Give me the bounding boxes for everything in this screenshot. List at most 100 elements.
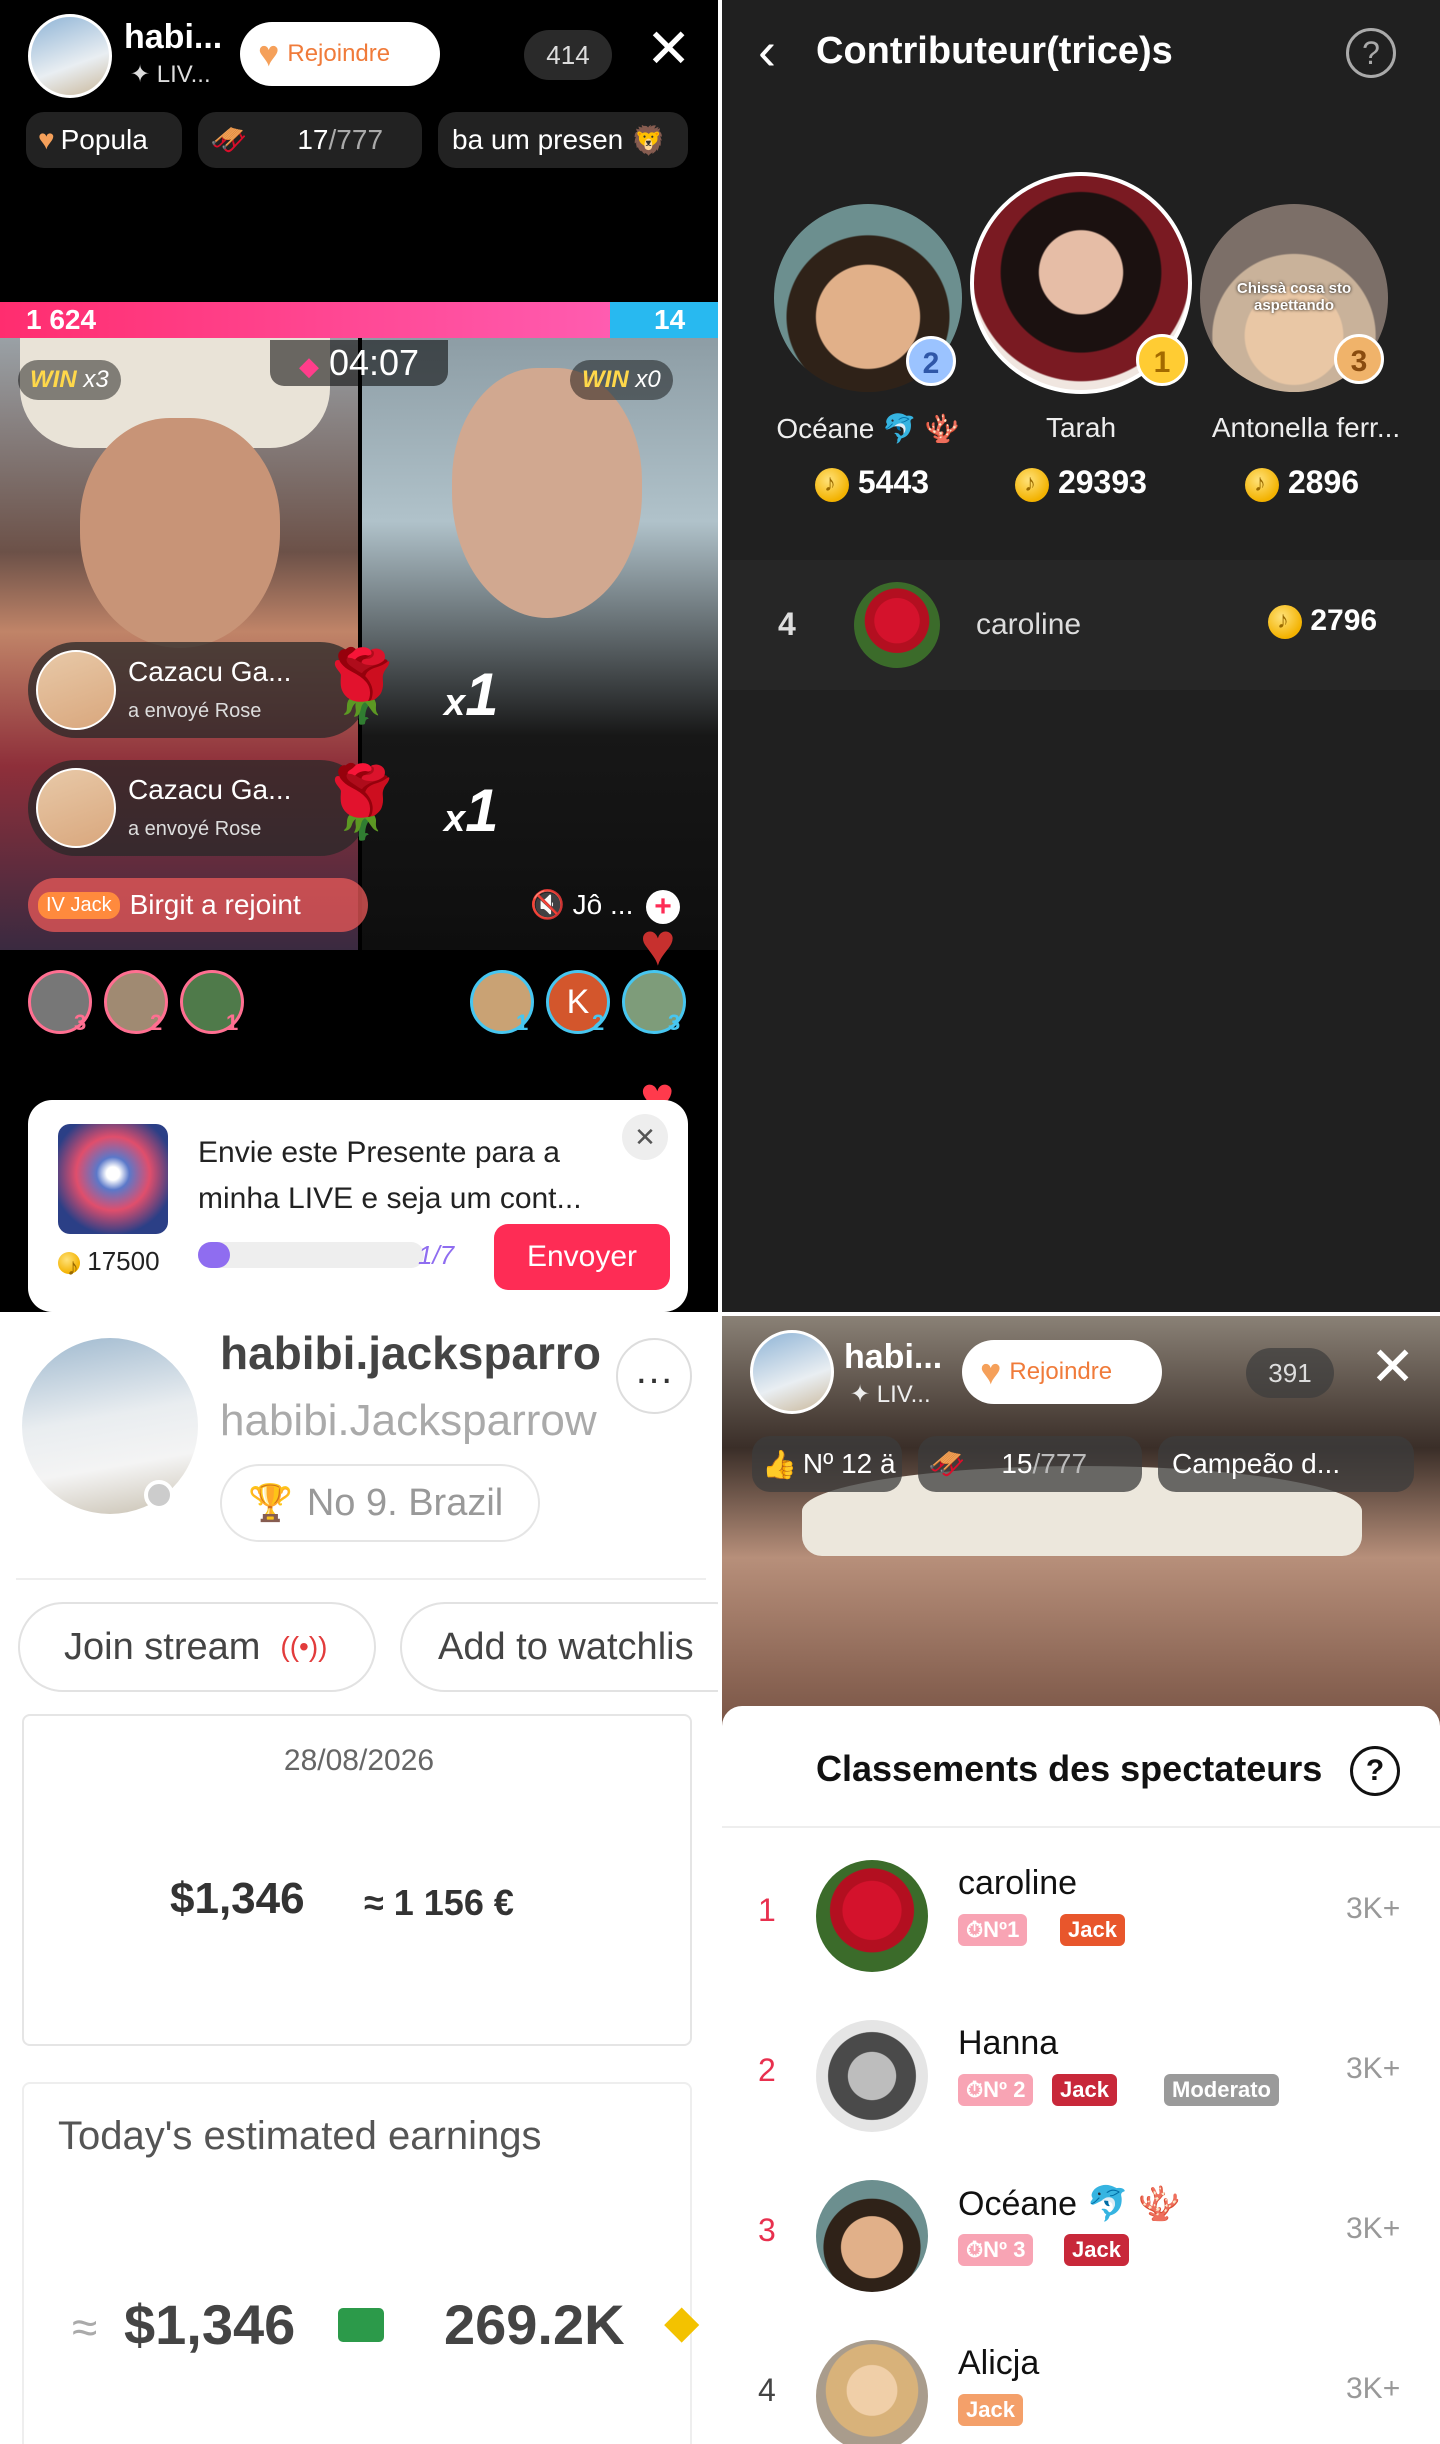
sheet-title: Classements des spectateurs bbox=[816, 1748, 1323, 1789]
ranking-row[interactable]: 2 Hanna ⏱ Nº 2 Jack Moderato 3K+ bbox=[722, 2006, 1440, 2156]
supporter-rank: 3 bbox=[668, 1010, 681, 1035]
row-rank: 4 bbox=[758, 2372, 776, 2408]
win-right-badge: WIN x0 bbox=[570, 360, 673, 400]
row-name: Océane 🐬 🪸 bbox=[958, 2185, 1181, 2223]
row-avatar[interactable] bbox=[816, 2020, 928, 2132]
row-name: Hanna bbox=[958, 2024, 1059, 2062]
coin-icon bbox=[1268, 605, 1302, 640]
gift-progress-fill bbox=[198, 1242, 230, 1268]
help-icon[interactable]: ? bbox=[1350, 1746, 1400, 1796]
gift-price: 17500 bbox=[58, 1246, 160, 1282]
fan-badge: Jack bbox=[1064, 2234, 1129, 2266]
floating-heart-icon: ♥ bbox=[640, 911, 676, 978]
sender-avatar[interactable] bbox=[36, 768, 116, 848]
online-status-dot bbox=[144, 1480, 174, 1510]
row-avatar[interactable] bbox=[816, 2180, 928, 2292]
podium-name-1: Tarah bbox=[1045, 412, 1117, 443]
live-broadcast-icon: ((•)) bbox=[280, 1631, 328, 1662]
gift-progress-label: 1/7 bbox=[418, 1240, 455, 1270]
rank-badge: ⏱ Nº1 bbox=[958, 1914, 1028, 1946]
info-chip[interactable]: Campeão d... bbox=[1158, 1436, 1414, 1492]
rank-badge: ⏱ Nº 2 bbox=[958, 2074, 1034, 2106]
gift-icon: 🛷 bbox=[928, 1447, 966, 1481]
earnings-date: 28/08/2026 bbox=[283, 1744, 435, 1777]
join-button[interactable]: ♥ Rejoindre bbox=[962, 1340, 1162, 1404]
rose-icon: 🌹 bbox=[318, 763, 406, 841]
more-button[interactable]: … bbox=[616, 1338, 692, 1414]
gift-action: a envoyé Rose bbox=[128, 700, 262, 722]
close-icon[interactable]: ✕ bbox=[646, 22, 691, 76]
gift-image bbox=[58, 1124, 168, 1234]
send-button[interactable]: Envoyer bbox=[494, 1224, 670, 1290]
host-subtitle: ✦ LIV... bbox=[850, 1381, 931, 1408]
row-name: Alicja bbox=[958, 2344, 1040, 2382]
divider bbox=[722, 1826, 1440, 1828]
heart-icon: ♥ bbox=[38, 124, 55, 155]
row-value: 3K+ bbox=[1346, 2052, 1401, 2085]
right-host-label[interactable]: 🔇 Jô ... bbox=[530, 888, 633, 921]
row-value: 3K+ bbox=[1346, 2372, 1401, 2405]
today-approx-sign: ≈ bbox=[72, 2301, 98, 2353]
coin-icon bbox=[814, 467, 849, 502]
ranking-row[interactable]: 3 Océane 🐬 🪸 ⏱ Nº 3 Jack 3K+ bbox=[722, 2166, 1440, 2316]
supporter-rank: 3 bbox=[74, 1010, 87, 1035]
host-avatar[interactable] bbox=[28, 14, 112, 98]
gift-prompt-card: Envie este Presente para a minha LIVE e … bbox=[28, 1100, 688, 1312]
gift-progress-track bbox=[198, 1242, 424, 1268]
close-icon[interactable]: ✕ bbox=[622, 1114, 668, 1160]
host-name[interactable]: habi... bbox=[844, 1338, 942, 1377]
cash-icon bbox=[338, 2308, 384, 2342]
gift-icon: 🛷 bbox=[210, 123, 248, 157]
row-avatar[interactable] bbox=[854, 582, 940, 668]
rank-chip[interactable]: 👍 Nº 12 ä bbox=[752, 1436, 902, 1492]
back-icon[interactable]: ‹ bbox=[758, 20, 776, 82]
podium-name-2: Océane 🐬 🪸 bbox=[776, 413, 960, 444]
rose-icon: 🌹 bbox=[318, 647, 406, 725]
diamond-icon: ◆ bbox=[664, 2295, 700, 2347]
battle-timer: ◆ 04:07 bbox=[270, 340, 448, 386]
sender-avatar[interactable] bbox=[36, 650, 116, 730]
face bbox=[452, 368, 642, 618]
row-coins: 2796 bbox=[1268, 604, 1377, 640]
viewer-count[interactable]: 391 bbox=[1246, 1348, 1334, 1398]
supporter-rank: 1 bbox=[516, 1010, 529, 1035]
join-stream-button[interactable]: Join stream ((•)) bbox=[18, 1602, 376, 1692]
row-avatar[interactable] bbox=[816, 1860, 928, 1972]
ranking-chip[interactable]: 🏆 No 9. Brazil bbox=[220, 1464, 540, 1542]
close-icon[interactable]: ✕ bbox=[1370, 1340, 1415, 1394]
fire-icon: 👍 bbox=[762, 1448, 797, 1480]
ranking-sheet: Classements des spectateurs ? 1 caroline… bbox=[722, 1706, 1440, 2444]
popular-chip[interactable]: ♥ Popula bbox=[26, 112, 182, 168]
podium-coins-1: 29393 bbox=[970, 464, 1192, 502]
contributor-row[interactable]: 4 caroline 2796 bbox=[722, 560, 1440, 690]
avatar-overlay-text: Chissà cosa sto aspettando bbox=[1236, 280, 1352, 314]
goal-chip[interactable]: 🛷 15/777 bbox=[918, 1436, 1142, 1492]
today-earnings-card: Today's estimated earnings ≈ $1,346 269.… bbox=[22, 2082, 699, 2444]
row-avatar[interactable] bbox=[816, 2340, 928, 2444]
goal-chip[interactable]: 🛷 17/777 bbox=[198, 112, 422, 168]
rank-badge-3: 3 bbox=[1334, 334, 1384, 384]
add-watchlist-button[interactable]: Add to watchlis bbox=[400, 1602, 718, 1692]
supporter-rank: 2 bbox=[592, 1010, 605, 1035]
coin-icon bbox=[58, 1252, 80, 1282]
supporter-rank: 1 bbox=[226, 1010, 239, 1035]
rank-badge-2: 2 bbox=[906, 336, 956, 386]
right-supporters: 1 K 2 3 bbox=[470, 970, 710, 1040]
battle-icon: ◆ bbox=[298, 351, 319, 381]
ranking-row[interactable]: 1 caroline ⏱ Nº1 Jack 3K+ bbox=[722, 1846, 1440, 1996]
info-chip[interactable]: ba um presen 🦁 bbox=[438, 112, 688, 168]
display-name: habibi.jacksparro bbox=[220, 1327, 601, 1379]
earnings-card: 28/08/2026 $1,346 ≈ 1 156 € bbox=[22, 1714, 692, 2046]
host-name[interactable]: habi... bbox=[124, 18, 222, 57]
lion-icon: 🦁 bbox=[631, 124, 667, 156]
host-avatar[interactable] bbox=[750, 1330, 834, 1414]
join-button[interactable]: ♥ Rejoindre bbox=[240, 22, 440, 86]
right-host-video[interactable] bbox=[362, 338, 718, 950]
row-rank: 3 bbox=[758, 2212, 776, 2248]
ranking-row[interactable]: 4 Alicja Jack 3K+ bbox=[722, 2326, 1440, 2444]
score-left: 1 624 bbox=[26, 304, 97, 335]
row-value: 3K+ bbox=[1346, 2212, 1401, 2245]
gift-action: a envoyé Rose bbox=[128, 818, 262, 840]
help-icon[interactable]: ? bbox=[1346, 28, 1396, 78]
viewer-count[interactable]: 414 bbox=[524, 30, 612, 80]
